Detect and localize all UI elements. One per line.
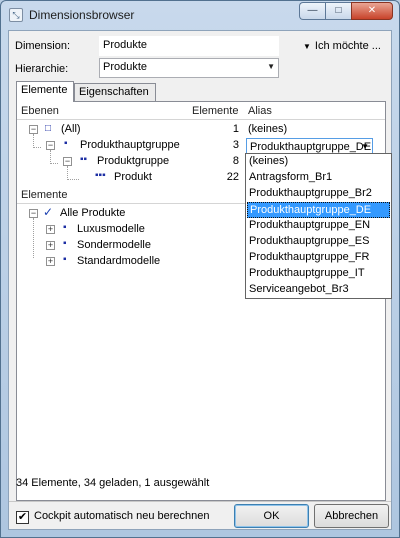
level-3-icon: ▪▪▪ bbox=[95, 170, 106, 181]
alias-option[interactable]: Produkthauptgruppe_ES bbox=[246, 234, 391, 250]
maximize-button[interactable]: □ bbox=[325, 2, 351, 20]
alias-dropdown-list: (keines) Antragsform_Br1 Produkthauptgru… bbox=[245, 153, 392, 299]
tab-elemente[interactable]: Elemente bbox=[16, 81, 74, 102]
dimension-label: Dimension: bbox=[15, 40, 71, 52]
close-button[interactable]: ✕ bbox=[351, 2, 393, 20]
level-2-icon: ▪▪ bbox=[80, 154, 88, 165]
element-label: Sondermodelle bbox=[77, 239, 151, 251]
element-root[interactable]: − ✓ Alle Produkte bbox=[17, 205, 237, 222]
dropdown-arrow-icon: ▼ bbox=[303, 42, 311, 51]
header-elemente: Elemente bbox=[192, 105, 239, 117]
alias-option[interactable]: Produkthauptgruppe_Br2 bbox=[246, 186, 391, 202]
alias-option[interactable]: Antragsform_Br1 bbox=[246, 170, 391, 186]
element-dot-icon: ▪ bbox=[63, 254, 67, 265]
header-ebenen: Ebenen bbox=[21, 105, 59, 117]
element-label: Standardmodelle bbox=[77, 255, 161, 267]
level-1-icon: ▪ bbox=[64, 138, 68, 149]
collapse-icon[interactable]: − bbox=[63, 157, 72, 166]
tab-eigenschaften[interactable]: Eigenschaften bbox=[74, 83, 156, 101]
alias-option[interactable]: Serviceangebot_Br3 bbox=[246, 282, 391, 298]
collapse-icon[interactable]: − bbox=[29, 209, 38, 218]
element-dot-icon: ▪ bbox=[63, 238, 67, 249]
alias-option[interactable]: Produkthauptgruppe_EN bbox=[246, 218, 391, 234]
recalculate-checkbox[interactable]: ✔ bbox=[16, 511, 29, 524]
expand-icon[interactable]: + bbox=[46, 241, 55, 250]
chevron-down-icon: ▼ bbox=[267, 62, 275, 71]
alias-option[interactable]: Produkthauptgruppe_IT bbox=[246, 266, 391, 282]
alias-select-value: Produkthauptgruppe_DE bbox=[250, 141, 372, 153]
element-item[interactable]: + ▪ Sondermodelle bbox=[17, 238, 237, 254]
hierarchy-label: Hierarchie: bbox=[15, 63, 69, 75]
title-bar[interactable]: ⤡ Dimensionsbrowser — □ ✕ bbox=[1, 1, 399, 29]
level-label: Produkt bbox=[114, 171, 152, 183]
caption-buttons: — □ ✕ bbox=[299, 2, 393, 20]
level-count: 22 bbox=[226, 171, 239, 183]
collapse-icon[interactable]: − bbox=[46, 141, 55, 150]
header-alias: Alias bbox=[248, 105, 272, 117]
chevron-down-icon: ▼ bbox=[361, 142, 369, 151]
expand-icon[interactable]: + bbox=[46, 225, 55, 234]
level-label: Produktgruppe bbox=[97, 155, 170, 167]
recalculate-checkbox-label[interactable]: Cockpit automatisch neu berechnen bbox=[34, 510, 210, 522]
alias-option-selected[interactable]: Produkthauptgruppe_DE bbox=[247, 202, 390, 218]
window-title: Dimensionsbrowser bbox=[29, 8, 135, 22]
elements-header: Elemente bbox=[21, 189, 68, 201]
level-row-all[interactable]: − □ (All) 1 (keines) bbox=[17, 122, 385, 138]
level-count: 8 bbox=[232, 155, 239, 167]
level-all-icon: □ bbox=[45, 123, 52, 134]
footer-divider bbox=[9, 501, 391, 502]
element-root-label: Alle Produkte bbox=[60, 207, 126, 219]
level-count: 1 bbox=[232, 123, 239, 135]
element-dot-icon: ▪ bbox=[63, 222, 67, 233]
element-item[interactable]: + ▪ Luxusmodelle bbox=[17, 222, 237, 238]
level-label: Produkthauptgruppe bbox=[80, 139, 180, 151]
level-alias[interactable]: (keines) bbox=[248, 123, 287, 135]
alias-option[interactable]: Produkthauptgruppe_FR bbox=[246, 250, 391, 266]
minimize-button[interactable]: — bbox=[299, 2, 325, 20]
ok-button[interactable]: OK bbox=[234, 504, 309, 528]
expand-icon[interactable]: + bbox=[46, 257, 55, 266]
dimensions-browser-window: ⤡ Dimensionsbrowser — □ ✕ Dimension: Pro… bbox=[0, 0, 400, 538]
collapse-icon[interactable]: − bbox=[29, 125, 38, 134]
ich-moechte-label: Ich möchte ... bbox=[314, 40, 381, 52]
dialog-body: Dimension: Produkte ▼ Ich möchte ... Hier… bbox=[8, 30, 392, 530]
cancel-button[interactable]: Abbrechen bbox=[314, 504, 389, 528]
alias-option[interactable]: (keines) bbox=[246, 154, 391, 170]
element-label: Luxusmodelle bbox=[77, 223, 145, 235]
app-icon: ⤡ bbox=[9, 8, 23, 22]
hierarchy-select[interactable]: Produkte ▼ bbox=[99, 58, 279, 78]
header-divider bbox=[17, 119, 385, 120]
level-count: 3 bbox=[232, 139, 239, 151]
level-label: (All) bbox=[61, 123, 81, 135]
checkmark-icon: ✓ bbox=[43, 205, 54, 219]
ich-moechte-menu[interactable]: ▼ Ich möchte ... bbox=[303, 40, 381, 52]
dimension-field[interactable]: Produkte bbox=[99, 36, 279, 56]
element-item[interactable]: + ▪ Standardmodelle bbox=[17, 254, 237, 270]
hierarchy-value: Produkte bbox=[103, 61, 148, 73]
status-text: 34 Elemente, 34 geladen, 1 ausgewählt bbox=[16, 477, 210, 489]
